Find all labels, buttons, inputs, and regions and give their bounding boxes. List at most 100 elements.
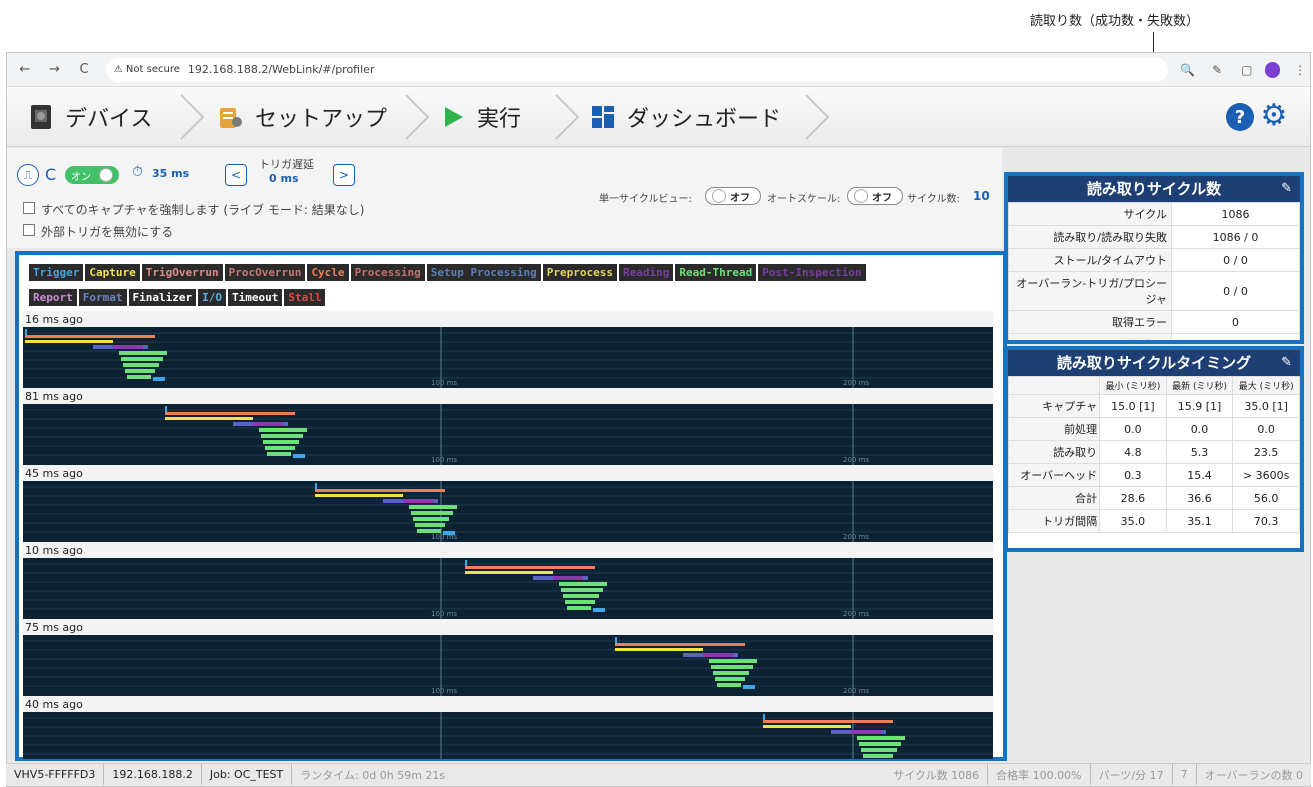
- settings-gear-icon[interactable]: ⚙: [1258, 98, 1290, 133]
- setup-icon: [217, 103, 245, 131]
- nav-setup[interactable]: セットアップ: [217, 95, 387, 139]
- capture-bar: [25, 340, 113, 343]
- read-thread-bar: [415, 523, 445, 527]
- io-bar: [153, 377, 165, 381]
- read-cycle-timing-body: 最小 (ミリ秒) 最新 (ミリ秒) 最大 (ミリ秒) キャプチャ 15.0 [1] 15.…: [1008, 376, 1300, 548]
- scale-label: 200 ms: [843, 533, 869, 541]
- timing-max-cell: 23.5: [1232, 440, 1300, 464]
- capture-bar: [315, 494, 403, 497]
- timing-corner-cell: [1008, 376, 1101, 395]
- cycle-bar: [615, 643, 745, 646]
- cycle-bar: [315, 489, 445, 492]
- timing-latest-cell: 15.9 [1]: [1165, 394, 1234, 418]
- edit-icon[interactable]: ✎: [1207, 60, 1227, 80]
- nav-devices[interactable]: デバイス: [27, 95, 152, 139]
- timing-latest-cell: 35.1: [1165, 509, 1234, 533]
- timing-row: オーバーヘッド 0.3 15.4 > 3600s: [1008, 463, 1300, 487]
- cycle-time-label: 81 ms ago: [25, 390, 83, 403]
- timing-row: 合計 28.6 36.6 56.0: [1008, 486, 1300, 510]
- cycle-bar: [465, 566, 595, 569]
- io-bar: [593, 608, 605, 612]
- timing-min-cell: 35.0: [1099, 509, 1167, 533]
- cycle-bar: [763, 720, 893, 723]
- timing-max-cell: 0.0: [1232, 417, 1300, 441]
- cycle-count-label: サイクル数:: [907, 194, 960, 205]
- scale-label: 200 ms: [843, 610, 869, 618]
- timing-row: キャプチャ 15.0 [1] 15.9 [1] 35.0 [1]: [1008, 394, 1300, 418]
- read-thread-bar: [263, 440, 299, 444]
- profile-avatar[interactable]: [1264, 61, 1281, 78]
- cycle-header-band: [23, 311, 993, 327]
- nav-setup-label: セットアップ: [255, 107, 388, 132]
- cycle-bar: [165, 412, 295, 415]
- zoom-icon[interactable]: 🔍: [1178, 60, 1198, 80]
- nav-separator: [180, 94, 205, 140]
- url-bar[interactable]: ⚠ Not secure 192.168.188.2/WebLink/#/pro…: [105, 57, 1168, 82]
- nav-devices-label: デバイス: [65, 107, 153, 132]
- read-thread-bar: [567, 606, 591, 610]
- app-navigation: デバイス セットアップ 実行 ダッシュボード ? ⚙: [7, 87, 1310, 147]
- help-button[interactable]: ?: [1226, 103, 1254, 131]
- count-key: サイクル: [1008, 202, 1172, 226]
- extension-icon[interactable]: ▢: [1237, 60, 1257, 80]
- timing-column-header: 最大 (ミリ秒): [1232, 376, 1300, 395]
- menu-icon[interactable]: ⋮: [1290, 60, 1310, 80]
- trigger-mark: [25, 329, 27, 335]
- cycle-header-band: [23, 388, 993, 404]
- io-bar: [743, 685, 755, 689]
- cycle-time-label: 75 ms ago: [25, 621, 83, 634]
- read-count-callout: 読取り数（成功数・失敗数）: [1030, 14, 1200, 29]
- autoscale-value: オフ: [872, 192, 892, 204]
- trigger-mark: [315, 483, 317, 489]
- back-icon[interactable]: ←: [13, 58, 37, 82]
- forward-icon[interactable]: →: [43, 58, 67, 82]
- legend-item: TrigOverrun: [141, 264, 223, 281]
- legend-item: Finalizer: [128, 289, 197, 306]
- force-capture-checkbox[interactable]: [23, 202, 35, 214]
- status-bar: VHV5-FFFFFD3 192.168.188.2 Job: OC_TEST …: [6, 763, 1311, 785]
- legend-item: Preprocess: [542, 264, 617, 281]
- read-cycle-count-title: 読み取りサイクル数: [1086, 180, 1222, 198]
- io-bar: [443, 531, 455, 535]
- disable-external-trigger-checkbox[interactable]: [23, 224, 35, 236]
- timing-k-cell: 読み取り: [1008, 440, 1101, 464]
- profiler-timeline: 16 ms ago 100 ms 200 ms 81 ms ago 100 ms 200 …: [23, 311, 993, 759]
- count-value: 1086 / 0: [1170, 225, 1300, 249]
- read-thread-bar: [713, 671, 749, 675]
- count-row: 合格率 %100.00%: [1008, 333, 1300, 340]
- reset-pencil-icon[interactable]: ✎: [1281, 176, 1292, 202]
- timing-k-cell: 合計: [1008, 486, 1101, 510]
- read-thread-bar: [267, 452, 291, 456]
- status-job-name: Job: OC_TEST: [202, 764, 293, 785]
- autoscale-toggle[interactable]: オフ: [847, 187, 903, 205]
- read-thread-bar: [261, 434, 303, 438]
- legend-item: Processing: [350, 264, 425, 281]
- profiler-panel: Trigger Capture TrigOverrun ProcOverrun Cycl…: [15, 251, 1007, 761]
- refresh-icon[interactable]: C: [45, 165, 56, 184]
- count-key: ストール/タイムアウト: [1008, 248, 1172, 272]
- read-thread-bar: [259, 428, 307, 432]
- cycle-header-band: [23, 619, 993, 635]
- trigger-delay-decrease-button[interactable]: <: [225, 164, 247, 186]
- trigger-delay-value: 0 ms: [269, 172, 299, 185]
- count-value: 100.00%: [1170, 333, 1300, 340]
- single-cycle-view-toggle[interactable]: オフ: [705, 187, 761, 205]
- reading-bar: [403, 499, 433, 503]
- reload-icon[interactable]: C: [72, 58, 96, 82]
- nav-run[interactable]: 実行: [439, 95, 521, 139]
- count-key: 合格率 %: [1008, 333, 1172, 340]
- timing-min-cell: 0.3: [1099, 463, 1167, 487]
- capture-bar: [465, 571, 553, 574]
- not-secure-label: ⚠ Not secure: [113, 64, 180, 75]
- trigger-mode-icon[interactable]: ⎍: [17, 164, 39, 186]
- dashboard-icon: [589, 103, 617, 131]
- root: 読取り数（成功数・失敗数） ← → C ⚠ Not secure 192.168…: [0, 0, 1313, 787]
- trigger-delay-increase-button[interactable]: >: [333, 164, 355, 186]
- nav-separator: [555, 94, 580, 140]
- nav-dashboard[interactable]: ダッシュボード: [589, 95, 781, 139]
- live-toggle[interactable]: オン: [65, 166, 119, 184]
- device-icon: [27, 103, 55, 131]
- reset-pencil-icon[interactable]: ✎: [1281, 350, 1292, 376]
- legend-item: Capture: [85, 264, 140, 281]
- capture-bar: [615, 648, 703, 651]
